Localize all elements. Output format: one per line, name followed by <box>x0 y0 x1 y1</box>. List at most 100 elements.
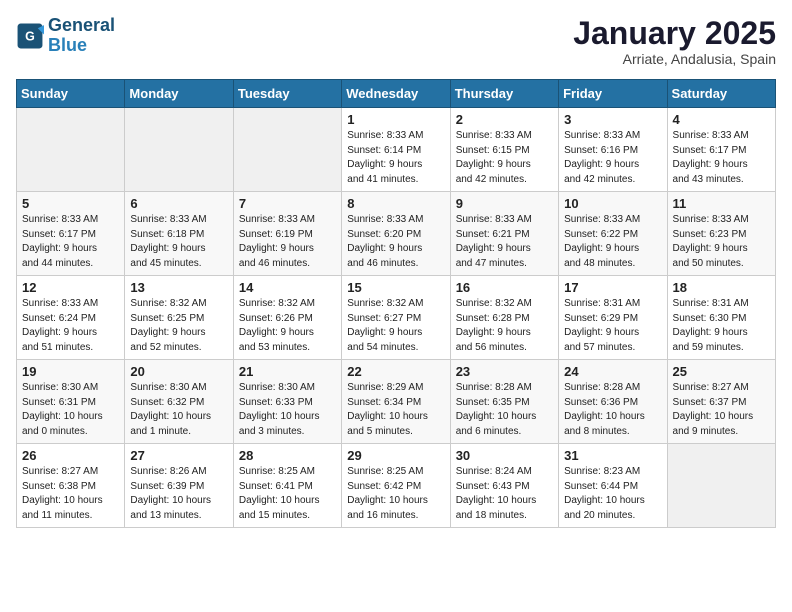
logo-icon: G <box>16 22 44 50</box>
calendar-cell: 23 Sunrise: 8:28 AM Sunset: 6:35 PM Dayli… <box>450 360 558 444</box>
day-info: Sunrise: 8:30 AM Sunset: 6:31 PM Dayligh… <box>22 381 119 439</box>
day-number: 28 <box>239 448 336 463</box>
day-info: Sunrise: 8:33 AM Sunset: 6:22 PM Dayligh… <box>564 213 661 271</box>
calendar-subtitle: Arriate, Andalusia, Spain <box>573 51 776 67</box>
day-number: 2 <box>456 112 553 127</box>
day-number: 8 <box>347 196 444 211</box>
day-info: Sunrise: 8:33 AM Sunset: 6:18 PM Dayligh… <box>130 213 227 271</box>
day-number: 22 <box>347 364 444 379</box>
day-number: 7 <box>239 196 336 211</box>
day-info: Sunrise: 8:33 AM Sunset: 6:16 PM Dayligh… <box>564 129 661 187</box>
day-number: 13 <box>130 280 227 295</box>
calendar-cell: 25Sunrise: 8:27 AM Sunset: 6:37 PM Dayli… <box>667 360 775 444</box>
page-header: G General Blue January 2025 Arriate, And… <box>16 16 776 67</box>
weekday-header-row: SundayMondayTuesdayWednesdayThursdayFrid… <box>17 80 776 108</box>
calendar-cell: 10 Sunrise: 8:33 AM Sunset: 6:22 PM Dayli… <box>559 192 667 276</box>
day-number: 6 <box>130 196 227 211</box>
calendar-cell: 28 Sunrise: 8:25 AM Sunset: 6:41 PM Dayli… <box>233 444 341 528</box>
day-info: Sunrise: 8:30 AM Sunset: 6:33 PM Dayligh… <box>239 381 336 439</box>
calendar-cell: 18Sunrise: 8:31 AM Sunset: 6:30 PM Dayli… <box>667 276 775 360</box>
weekday-header-monday: Monday <box>125 80 233 108</box>
day-number: 29 <box>347 448 444 463</box>
calendar-cell: 5Sunrise: 8:33 AM Sunset: 6:17 PM Daylig… <box>17 192 125 276</box>
calendar-cell: 29Sunrise: 8:25 AM Sunset: 6:42 PM Dayli… <box>342 444 450 528</box>
weekday-header-friday: Friday <box>559 80 667 108</box>
day-number: 10 <box>564 196 661 211</box>
day-number: 17 <box>564 280 661 295</box>
calendar-cell: 21 Sunrise: 8:30 AM Sunset: 6:33 PM Dayli… <box>233 360 341 444</box>
calendar-cell <box>233 108 341 192</box>
calendar-cell: 9 Sunrise: 8:33 AM Sunset: 6:21 PM Daylig… <box>450 192 558 276</box>
weekday-header-wednesday: Wednesday <box>342 80 450 108</box>
calendar-cell: 27 Sunrise: 8:26 AM Sunset: 6:39 PM Dayli… <box>125 444 233 528</box>
calendar-cell: 6 Sunrise: 8:33 AM Sunset: 6:18 PM Daylig… <box>125 192 233 276</box>
weekday-header-sunday: Sunday <box>17 80 125 108</box>
weekday-header-tuesday: Tuesday <box>233 80 341 108</box>
day-info: Sunrise: 8:33 AM Sunset: 6:15 PM Dayligh… <box>456 129 553 187</box>
day-info: Sunrise: 8:26 AM Sunset: 6:39 PM Dayligh… <box>130 465 227 523</box>
calendar-cell <box>667 444 775 528</box>
day-number: 30 <box>456 448 553 463</box>
day-number: 11 <box>673 196 770 211</box>
day-info: Sunrise: 8:32 AM Sunset: 6:26 PM Dayligh… <box>239 297 336 355</box>
day-info: Sunrise: 8:33 AM Sunset: 6:20 PM Dayligh… <box>347 213 444 271</box>
day-number: 5 <box>22 196 119 211</box>
calendar-cell: 4 Sunrise: 8:33 AM Sunset: 6:17 PM Daylig… <box>667 108 775 192</box>
day-info: Sunrise: 8:32 AM Sunset: 6:25 PM Dayligh… <box>130 297 227 355</box>
svg-text:G: G <box>25 29 35 43</box>
day-info: Sunrise: 8:25 AM Sunset: 6:41 PM Dayligh… <box>239 465 336 523</box>
day-number: 21 <box>239 364 336 379</box>
day-number: 16 <box>456 280 553 295</box>
day-number: 18 <box>673 280 770 295</box>
calendar-cell: 31 Sunrise: 8:23 AM Sunset: 6:44 PM Dayli… <box>559 444 667 528</box>
day-info: Sunrise: 8:33 AM Sunset: 6:17 PM Dayligh… <box>673 129 770 187</box>
title-block: January 2025 Arriate, Andalusia, Spain <box>573 16 776 67</box>
calendar-cell: 14Sunrise: 8:32 AM Sunset: 6:26 PM Dayli… <box>233 276 341 360</box>
day-info: Sunrise: 8:23 AM Sunset: 6:44 PM Dayligh… <box>564 465 661 523</box>
day-number: 9 <box>456 196 553 211</box>
day-number: 31 <box>564 448 661 463</box>
day-info: Sunrise: 8:29 AM Sunset: 6:34 PM Dayligh… <box>347 381 444 439</box>
week-row-3: 12 Sunrise: 8:33 AM Sunset: 6:24 PM Dayli… <box>17 276 776 360</box>
calendar-cell: 13 Sunrise: 8:32 AM Sunset: 6:25 PM Dayli… <box>125 276 233 360</box>
day-info: Sunrise: 8:28 AM Sunset: 6:36 PM Dayligh… <box>564 381 661 439</box>
calendar-cell: 1Sunrise: 8:33 AM Sunset: 6:14 PM Daylig… <box>342 108 450 192</box>
day-info: Sunrise: 8:33 AM Sunset: 6:24 PM Dayligh… <box>22 297 119 355</box>
day-number: 4 <box>673 112 770 127</box>
day-number: 3 <box>564 112 661 127</box>
day-number: 12 <box>22 280 119 295</box>
day-number: 25 <box>673 364 770 379</box>
logo-line1: General <box>48 15 115 35</box>
calendar-title: January 2025 <box>573 16 776 51</box>
calendar-cell: 24Sunrise: 8:28 AM Sunset: 6:36 PM Dayli… <box>559 360 667 444</box>
calendar-cell: 2 Sunrise: 8:33 AM Sunset: 6:15 PM Daylig… <box>450 108 558 192</box>
calendar-cell: 17 Sunrise: 8:31 AM Sunset: 6:29 PM Dayli… <box>559 276 667 360</box>
day-number: 23 <box>456 364 553 379</box>
day-info: Sunrise: 8:31 AM Sunset: 6:29 PM Dayligh… <box>564 297 661 355</box>
calendar-cell <box>17 108 125 192</box>
calendar-cell: 26 Sunrise: 8:27 AM Sunset: 6:38 PM Dayli… <box>17 444 125 528</box>
week-row-5: 26 Sunrise: 8:27 AM Sunset: 6:38 PM Dayli… <box>17 444 776 528</box>
calendar-table: SundayMondayTuesdayWednesdayThursdayFrid… <box>16 79 776 528</box>
day-info: Sunrise: 8:30 AM Sunset: 6:32 PM Dayligh… <box>130 381 227 439</box>
day-info: Sunrise: 8:32 AM Sunset: 6:27 PM Dayligh… <box>347 297 444 355</box>
weekday-header-saturday: Saturday <box>667 80 775 108</box>
day-number: 27 <box>130 448 227 463</box>
logo: G General Blue <box>16 16 115 56</box>
day-info: Sunrise: 8:27 AM Sunset: 6:38 PM Dayligh… <box>22 465 119 523</box>
day-number: 1 <box>347 112 444 127</box>
logo-text: General Blue <box>48 16 115 56</box>
calendar-cell: 16Sunrise: 8:32 AM Sunset: 6:28 PM Dayli… <box>450 276 558 360</box>
calendar-cell: 19 Sunrise: 8:30 AM Sunset: 6:31 PM Dayli… <box>17 360 125 444</box>
calendar-cell: 12 Sunrise: 8:33 AM Sunset: 6:24 PM Dayli… <box>17 276 125 360</box>
calendar-cell: 3 Sunrise: 8:33 AM Sunset: 6:16 PM Daylig… <box>559 108 667 192</box>
day-info: Sunrise: 8:33 AM Sunset: 6:19 PM Dayligh… <box>239 213 336 271</box>
week-row-4: 19 Sunrise: 8:30 AM Sunset: 6:31 PM Dayli… <box>17 360 776 444</box>
day-info: Sunrise: 8:33 AM Sunset: 6:21 PM Dayligh… <box>456 213 553 271</box>
day-info: Sunrise: 8:28 AM Sunset: 6:35 PM Dayligh… <box>456 381 553 439</box>
day-number: 26 <box>22 448 119 463</box>
weekday-header-thursday: Thursday <box>450 80 558 108</box>
day-number: 15 <box>347 280 444 295</box>
day-info: Sunrise: 8:33 AM Sunset: 6:23 PM Dayligh… <box>673 213 770 271</box>
day-number: 19 <box>22 364 119 379</box>
